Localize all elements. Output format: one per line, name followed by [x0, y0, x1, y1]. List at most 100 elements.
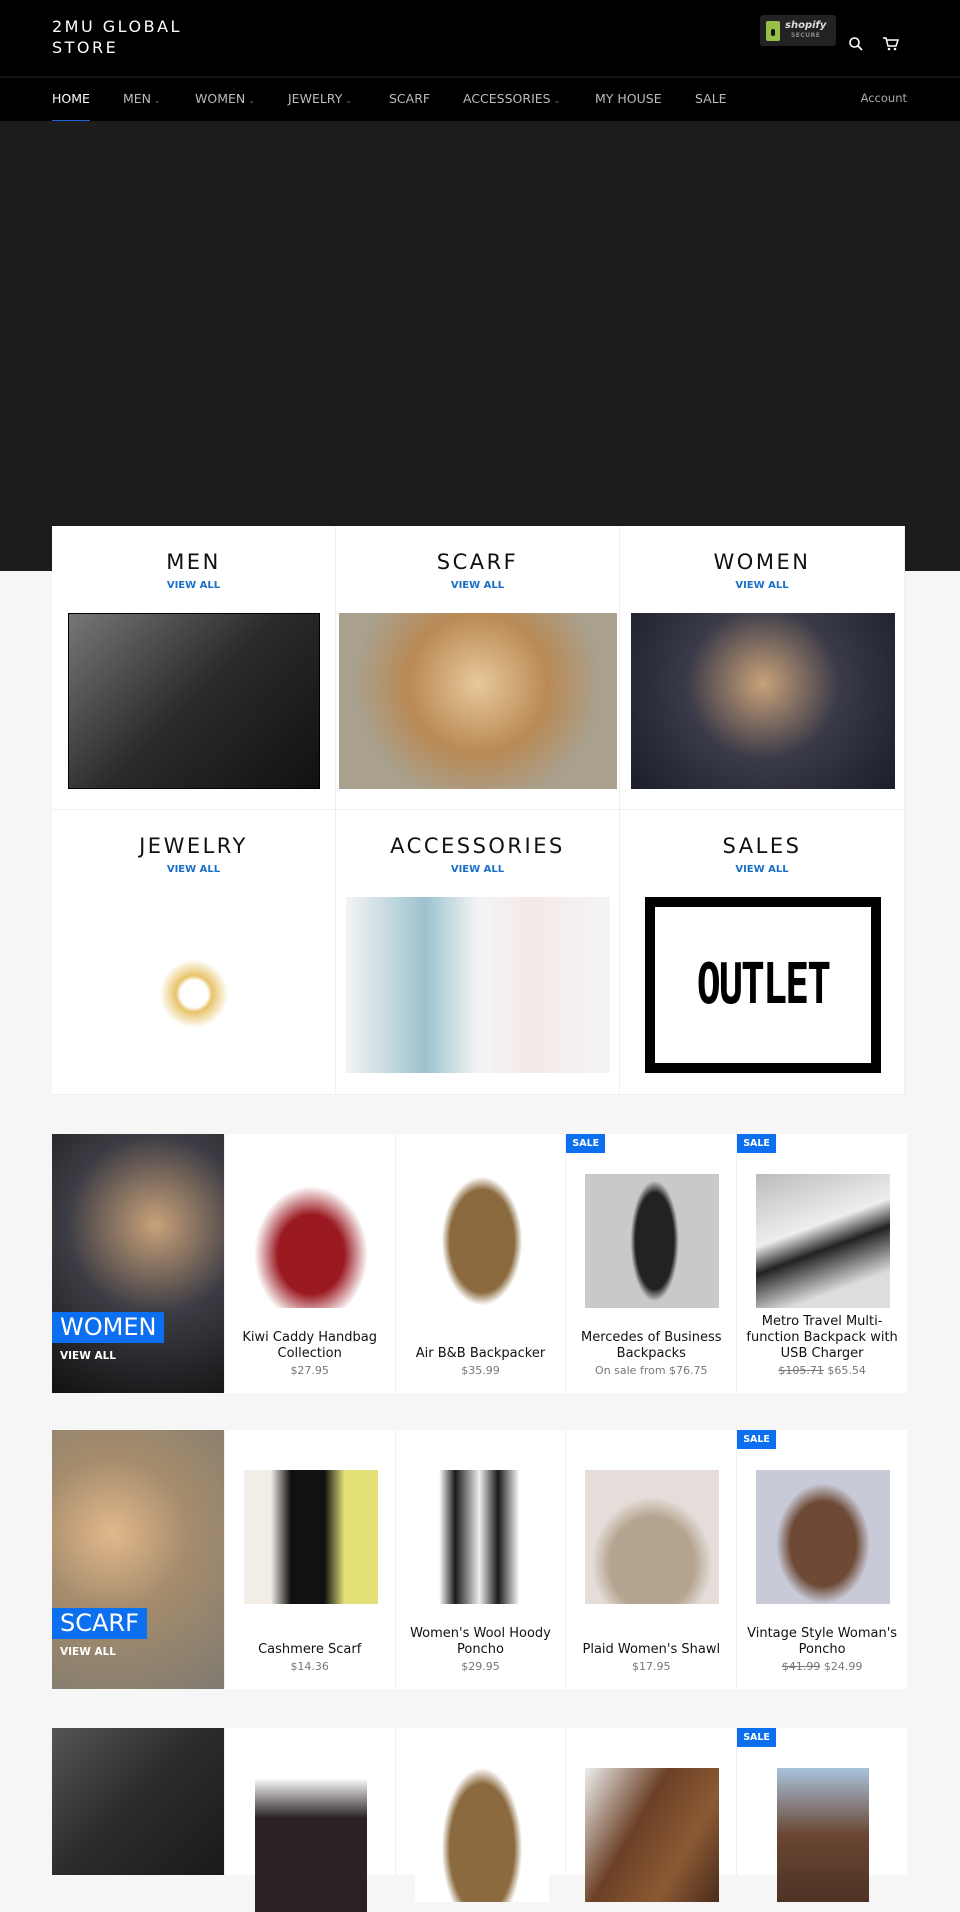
- collection-title: ACCESSORIES: [390, 834, 565, 858]
- product-card[interactable]: SALE Vintage Style Woman's Poncho $41.99 $…: [736, 1430, 907, 1689]
- collection-title: WOMEN: [713, 550, 811, 574]
- logo-line1: 2MU GLOBAL: [52, 17, 182, 36]
- nav-label: MY HOUSE: [595, 91, 662, 106]
- product-name: Kiwi Caddy Handbag Collection: [242, 1330, 377, 1361]
- men-panel-image[interactable]: [52, 1728, 224, 1875]
- product-image: [414, 1470, 549, 1604]
- hero-banner: [0, 121, 960, 571]
- product-card[interactable]: [565, 1728, 736, 1902]
- product-name: Air B&B Backpacker: [415, 1346, 546, 1361]
- chevron-down-icon: ⌄: [553, 96, 561, 105]
- account-link[interactable]: Account: [861, 91, 907, 105]
- product-image: [254, 1778, 367, 1912]
- product-image: [777, 1768, 870, 1902]
- product-name: Mercedes of Business Backpacks: [581, 1330, 722, 1361]
- product-card[interactable]: Plaid Women's Shawl $17.95: [565, 1430, 736, 1689]
- main-nav: HOME MEN ⌄ WOMEN ⌄ JEWELRY ⌄ SCARF ACCESSOR…: [0, 76, 960, 123]
- view-all-link[interactable]: VIEW ALL: [336, 864, 619, 875]
- product-card[interactable]: Kiwi Caddy Handbag Collection $27.95: [223, 1134, 395, 1393]
- product-image: [243, 1174, 378, 1308]
- nav-home[interactable]: HOME: [52, 91, 90, 123]
- collection-men[interactable]: MEN VIEW ALL: [52, 526, 336, 810]
- nav-accessories[interactable]: ACCESSORIES ⌄: [463, 91, 560, 106]
- collection-title: SALES: [722, 834, 802, 858]
- cart-icon[interactable]: [882, 36, 900, 56]
- product-price: $14.36: [290, 1660, 329, 1673]
- product-image: [414, 1768, 549, 1902]
- panel-label: WOMEN: [52, 1312, 165, 1343]
- product-name: Metro Travel Multi-function Backpack wit…: [746, 1314, 898, 1361]
- product-image: [414, 1174, 549, 1308]
- collection-jewelry[interactable]: JEWELRY VIEW ALL: [52, 810, 336, 1095]
- view-all-link[interactable]: VIEW ALL: [620, 864, 904, 875]
- product-card[interactable]: Women's Wool Hoody Poncho $29.95: [394, 1430, 566, 1689]
- collection-title: JEWELRY: [139, 834, 248, 858]
- collection-women[interactable]: WOMEN VIEW ALL: [620, 526, 905, 810]
- product-old-price: $41.99: [781, 1660, 821, 1673]
- nav-scarf[interactable]: SCARF: [389, 91, 430, 106]
- nav-women[interactable]: WOMEN ⌄: [195, 91, 255, 106]
- collection-sales[interactable]: SALES VIEW ALL OUTLET: [620, 810, 905, 1095]
- nav-label: SCARF: [389, 91, 431, 106]
- nav-label: MEN: [123, 91, 152, 106]
- nav-label: WOMEN: [195, 91, 246, 106]
- product-price: $27.95: [290, 1364, 329, 1377]
- view-all-link[interactable]: VIEW ALL: [60, 1646, 116, 1658]
- product-image: [585, 1174, 720, 1308]
- product-price: $35.99: [461, 1364, 500, 1377]
- store-logo[interactable]: 2MU GLOBAL STORE: [52, 16, 212, 58]
- nav-sale[interactable]: SALE: [695, 91, 727, 106]
- product-card[interactable]: [394, 1728, 566, 1902]
- product-card[interactable]: SALE Metro Travel Multi-function Backpack…: [736, 1134, 907, 1393]
- product-name: Vintage Style Woman's Poncho: [747, 1626, 898, 1657]
- collection-scarf[interactable]: SCARF VIEW ALL: [336, 526, 620, 810]
- product-price: $17.95: [632, 1660, 671, 1673]
- product-card[interactable]: SALE: [736, 1728, 907, 1902]
- product-card[interactable]: Air B&B Backpacker $35.99: [394, 1134, 566, 1393]
- view-all-link[interactable]: VIEW ALL: [620, 580, 904, 591]
- panel-label: SCARF: [52, 1608, 147, 1639]
- product-card[interactable]: [223, 1728, 395, 1912]
- nav-jewelry[interactable]: JEWELRY ⌄: [288, 91, 352, 106]
- women-collection-image: [631, 613, 895, 789]
- featured-row-scarf: SCARF VIEW ALL Cashmere Scarf $14.36 Wome…: [52, 1430, 907, 1689]
- product-old-price: $105.71: [778, 1364, 824, 1377]
- chevron-down-icon: ⌄: [154, 96, 161, 105]
- collection-grid: MEN VIEW ALL SCARF VIEW ALL WOMEN VIEW ALL …: [52, 526, 905, 1095]
- view-all-link[interactable]: VIEW ALL: [60, 1350, 116, 1362]
- product-price: $24.99: [823, 1660, 863, 1673]
- product-image: [756, 1174, 891, 1308]
- nav-men[interactable]: MEN ⌄: [123, 91, 161, 106]
- product-price: $29.95: [461, 1660, 500, 1673]
- collection-title: MEN: [166, 550, 221, 574]
- outlet-image: OUTLET: [645, 897, 881, 1073]
- view-all-link[interactable]: VIEW ALL: [52, 864, 335, 875]
- sale-badge: SALE: [737, 1134, 776, 1153]
- view-all-link[interactable]: VIEW ALL: [52, 580, 335, 591]
- site-header: 2MU GLOBAL STORE shopify SECURE: [0, 0, 960, 76]
- women-panel-image[interactable]: WOMEN VIEW ALL: [52, 1134, 224, 1393]
- scarf-panel-image[interactable]: SCARF VIEW ALL: [52, 1430, 224, 1689]
- featured-row-women: WOMEN VIEW ALL Kiwi Caddy Handbag Collec…: [52, 1134, 907, 1393]
- search-icon[interactable]: [848, 36, 864, 56]
- jewelry-collection-image: [134, 897, 254, 1073]
- featured-row-men: SALE: [52, 1728, 907, 1912]
- chevron-down-icon: ⌄: [345, 96, 353, 105]
- product-price: On sale from $76.75: [595, 1364, 708, 1377]
- product-image: [585, 1470, 720, 1604]
- product-name: Women's Wool Hoody Poncho: [410, 1626, 551, 1657]
- view-all-link[interactable]: VIEW ALL: [336, 580, 619, 591]
- sale-badge: SALE: [737, 1728, 776, 1747]
- product-card[interactable]: Cashmere Scarf $14.36: [223, 1430, 395, 1689]
- outlet-text: OUTLET: [696, 952, 831, 1018]
- product-price: $65.54: [827, 1364, 866, 1377]
- nav-my-house[interactable]: MY HOUSE: [595, 91, 662, 106]
- men-collection-image: [68, 613, 320, 789]
- collection-accessories[interactable]: ACCESSORIES VIEW ALL: [336, 810, 620, 1095]
- product-name: Cashmere Scarf: [258, 1642, 362, 1657]
- nav-label: SALE: [695, 91, 727, 106]
- scarf-collection-image: [339, 613, 617, 789]
- product-card[interactable]: SALE Mercedes of Business Backpacks On sal…: [565, 1134, 736, 1393]
- accessories-collection-image: [346, 897, 610, 1073]
- badge-brand: shopify: [785, 19, 827, 31]
